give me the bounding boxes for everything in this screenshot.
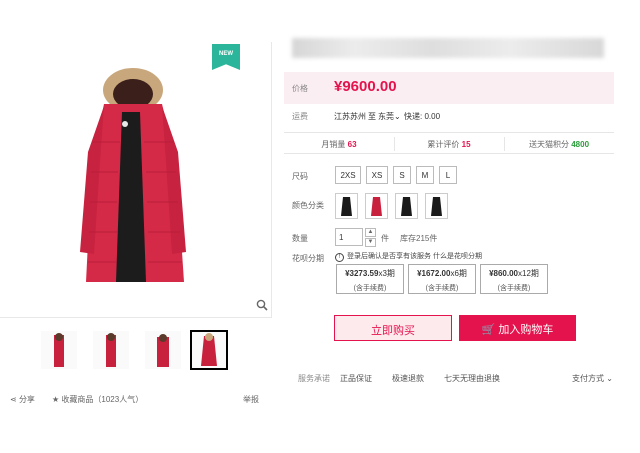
size-option-2xs[interactable]: 2XS	[335, 166, 361, 184]
buy-now-button[interactable]: 立即购买	[334, 315, 452, 341]
ship-to-select[interactable]: 东莞⌄	[378, 111, 401, 122]
quantity-input[interactable]: 1	[335, 228, 363, 246]
price-value: ¥9600.00	[334, 78, 397, 95]
star-icon: ★	[52, 395, 62, 404]
monthly-sales: 月销量 63	[321, 140, 357, 149]
review-count[interactable]: 累计评价 15	[394, 139, 504, 150]
payment-method-select[interactable]: 支付方式 ⌄	[572, 373, 613, 384]
installment-option-3[interactable]: ¥3273.59x3期 (含手续费)	[336, 264, 404, 294]
share-row: ⋖ 分享 ★ 收藏商品（1023人气） 举报	[10, 394, 266, 406]
color-swatch-2[interactable]	[365, 193, 388, 219]
service-fast-refund[interactable]: 极速退款	[392, 373, 424, 384]
ship-from: 江苏苏州	[334, 112, 366, 121]
service-label: 服务承诺	[298, 374, 330, 383]
service-row: 服务承诺 正品保证 极速退款 七天无理由退换 支付方式 ⌄	[298, 373, 618, 385]
shipping-row: 运费 江苏苏州 至 东莞⌄ 快递: 0.00	[292, 111, 612, 123]
zoom-icon[interactable]	[256, 299, 268, 311]
size-option-m[interactable]: M	[416, 166, 434, 184]
red-parka-image	[80, 68, 186, 282]
service-seven-day-return[interactable]: 七天无理由退换	[444, 373, 500, 384]
price-box: 价格 ¥9600.00	[284, 72, 614, 104]
tmall-points: 送天猫积分 4800	[528, 140, 590, 149]
size-label: 尺码	[292, 172, 308, 181]
share-icon: ⋖	[10, 395, 19, 404]
huabei-label: 花呗分期	[292, 254, 324, 263]
shipping-label: 运费	[292, 112, 308, 121]
quantity-increase-button[interactable]: ▲	[365, 228, 376, 237]
chevron-down-icon: ⌄	[394, 112, 401, 121]
favorite-link[interactable]: ★ 收藏商品（1023人气）	[52, 394, 143, 405]
color-swatch-3[interactable]	[395, 193, 418, 219]
thumbnail-2[interactable]	[92, 330, 130, 370]
thumbnail-3[interactable]	[144, 330, 182, 370]
sales-stats: 月销量 63 累计评价 15 送天猫积分 4800	[284, 132, 614, 154]
cart-icon: 🛒	[481, 324, 496, 336]
thumbnail-4[interactable]	[190, 330, 228, 370]
quantity-unit: 件	[381, 234, 389, 243]
installment-option-6[interactable]: ¥1672.00x6期 (含手续费)	[408, 264, 476, 294]
color-swatch-1[interactable]	[335, 193, 358, 219]
thumbnail-strip	[40, 330, 240, 370]
size-option-s[interactable]: S	[393, 166, 411, 184]
quantity-label: 数量	[292, 234, 308, 243]
huabei-note[interactable]: ! 登录后确认是否享有该服务 什么是花呗分期	[335, 251, 482, 262]
price-label: 价格	[292, 84, 308, 93]
service-authentic[interactable]: 正品保证	[340, 373, 372, 384]
ship-fee: 快递: 0.00	[404, 112, 441, 121]
report-link[interactable]: 举报	[243, 394, 259, 405]
main-product-image[interactable]	[0, 42, 272, 318]
color-label: 颜色分类	[292, 201, 324, 210]
ship-to-prefix: 至	[368, 112, 376, 121]
thumbnail-1[interactable]	[40, 330, 78, 370]
info-icon: !	[335, 253, 344, 262]
stock-count: 库存215件	[400, 234, 438, 243]
size-option-l[interactable]: L	[439, 166, 457, 184]
product-title-blurred	[292, 38, 604, 58]
installment-option-12[interactable]: ¥860.00x12期 (含手续费)	[480, 264, 548, 294]
chevron-down-icon: ⌄	[604, 374, 613, 383]
share-link[interactable]: ⋖ 分享	[10, 394, 35, 405]
quantity-decrease-button[interactable]: ▼	[365, 238, 376, 247]
add-to-cart-button[interactable]: 🛒 加入购物车	[459, 315, 576, 341]
color-swatch-4[interactable]	[425, 193, 448, 219]
size-option-xs[interactable]: XS	[366, 166, 388, 184]
